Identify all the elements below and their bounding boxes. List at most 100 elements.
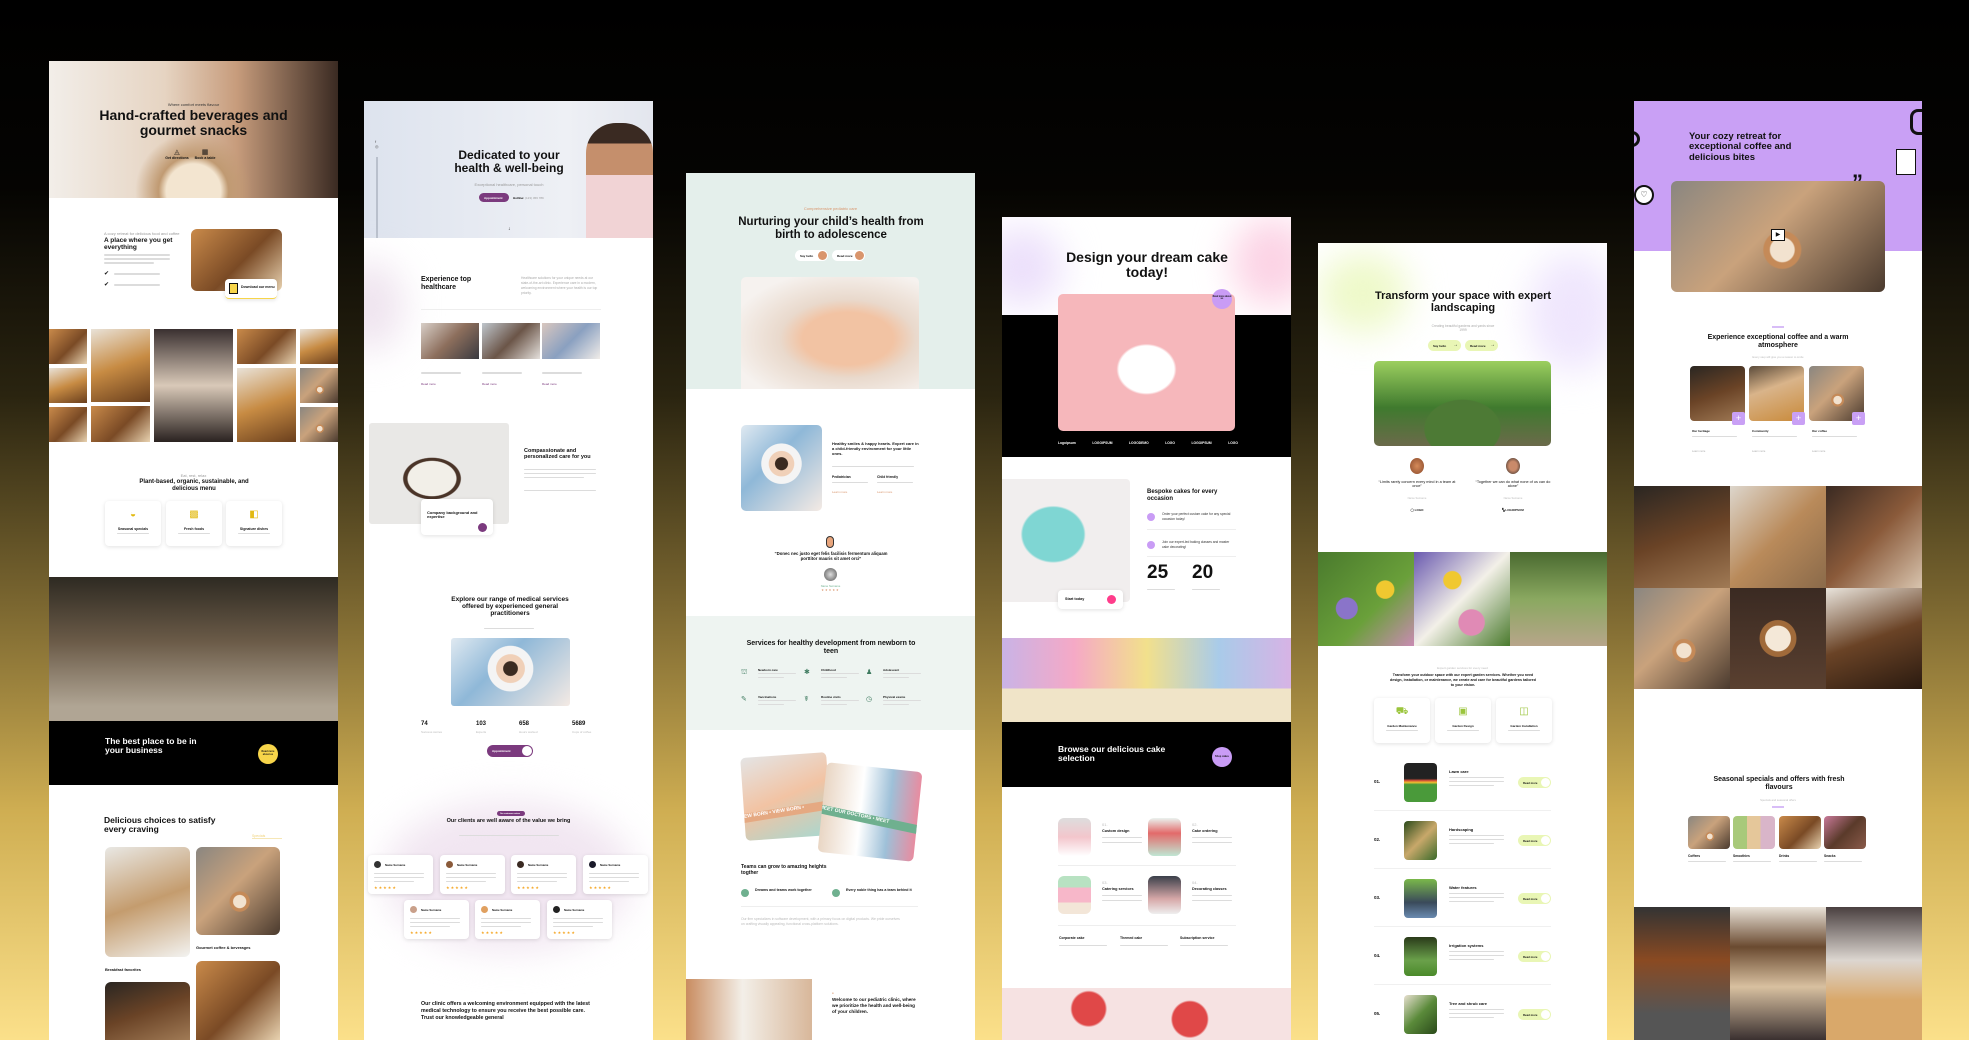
rating-stars: ★★★★★ <box>589 885 612 890</box>
arrow-down-icon[interactable]: ↓ <box>508 226 511 232</box>
bespoke-title: Bespoke cakes for every occasion <box>1147 489 1218 502</box>
hero-eyebrow: Comprehensive pediatric care <box>803 206 858 211</box>
cafe-page-preview[interactable]: Where comfort meets flavour Hand-crafted… <box>49 61 338 1040</box>
arrow-button[interactable] <box>1107 595 1116 604</box>
extra-title: Themed cake <box>1120 936 1143 940</box>
feature-title: Child friendly <box>877 475 899 479</box>
check-icon: ✔ <box>104 271 110 277</box>
avatar <box>410 906 417 913</box>
reviewer-name: Name Surname <box>528 863 549 867</box>
button-label: Read more <box>1523 954 1538 959</box>
menu-card[interactable]: ▩ Fresh foods <box>166 501 222 546</box>
read-more-button[interactable]: Read more <box>1518 1009 1551 1020</box>
arrow-icon <box>1541 778 1550 787</box>
closing-text: Our clinic offers a welcoming environmen… <box>421 1001 590 1021</box>
special-photo[interactable] <box>1779 816 1821 849</box>
appointment-button[interactable]: Appointment <box>479 193 509 202</box>
read-more-link[interactable]: Read more <box>542 382 557 386</box>
article-photo[interactable] <box>421 323 479 359</box>
cake-shop-page-preview[interactable]: Design your dream cake today! Read more … <box>1002 217 1291 1040</box>
hotline[interactable]: Hotline: (123) 456 789 <box>513 196 544 200</box>
item-label: Gourmet coffee & beverages <box>196 945 251 950</box>
menu-card[interactable]: ◒ Seasonal specials <box>105 501 161 546</box>
button-label: Read more <box>1470 343 1486 348</box>
testimonial-name: Name Surname <box>1503 497 1523 500</box>
hero-title: Your cozy retreat for exceptional coffee… <box>1689 131 1792 163</box>
appointment-button[interactable]: Appointment <box>487 745 533 757</box>
specials-link[interactable]: Specials <box>252 834 282 839</box>
team-point: Dreams and teams work together <box>755 888 812 892</box>
cafe-terrace-photo <box>49 577 338 721</box>
article-photo[interactable] <box>542 323 600 359</box>
read-more-link[interactable]: Read more <box>421 382 436 386</box>
rating-stars: ★★★★★ <box>553 930 576 935</box>
read-more-button[interactable]: Read more → <box>1465 340 1498 351</box>
service-photo <box>1148 818 1181 856</box>
arrow-button[interactable] <box>478 523 487 532</box>
special-title: Smoothies <box>1733 854 1750 858</box>
list-number: 02. <box>1374 837 1381 842</box>
service-title: Childhood <box>821 668 836 672</box>
read-more-button[interactable]: Read more <box>1518 777 1551 788</box>
read-more-button[interactable]: Read more <box>1518 893 1551 904</box>
logo-text: LOGO <box>1414 508 1424 512</box>
pediatric-page-preview[interactable]: Comprehensive pediatric care Nurturing y… <box>686 173 975 1040</box>
special-title: Snacks <box>1824 854 1836 858</box>
stat-value: 74 <box>421 721 428 727</box>
learn-more-link[interactable]: Learn more <box>1812 450 1825 453</box>
book-table-button[interactable]: ▦ Book a table <box>192 148 218 160</box>
heart-cup-icon: ♡ <box>1634 185 1654 205</box>
client-logo: ▚ LOGOIPSUM <box>1502 508 1524 512</box>
read-more-button[interactable]: Read more <box>1518 835 1551 846</box>
say-hello-button[interactable]: Say hello → <box>1428 340 1461 351</box>
baby-photo <box>741 425 822 511</box>
stat-label: Hours worked <box>519 730 538 734</box>
menu-card-label: Download our menu <box>241 285 275 289</box>
company-background-card[interactable]: Company background and expertise <box>421 499 493 535</box>
learn-more-link[interactable]: Learn more <box>832 490 847 494</box>
article-photo[interactable] <box>482 323 540 359</box>
plus-icon[interactable]: + <box>1792 412 1805 425</box>
read-more-badge[interactable]: Read more about us <box>1212 289 1232 309</box>
download-menu-card[interactable]: Download our menu <box>225 279 277 299</box>
coffee-shop-page-preview[interactable]: Your cozy retreat for exceptional coffee… <box>1634 101 1922 1040</box>
read-more-button[interactable]: Read more <box>1518 951 1551 962</box>
special-photo[interactable] <box>1688 816 1730 849</box>
special-photo[interactable] <box>1733 816 1775 849</box>
read-more-button[interactable]: Read more <box>832 250 865 261</box>
testimonial-quote: “Donec nec justo eget felis facilisis fe… <box>774 551 888 561</box>
team-paragraph: Our firm specializes in software develop… <box>741 917 900 926</box>
service-card[interactable]: ▣ Garden Design <box>1435 698 1491 743</box>
menu-card[interactable]: ◧ Signature dishes <box>226 501 282 546</box>
welcome-text: Welcome to our pediatric clinic, where w… <box>832 997 916 1014</box>
card-title: Seasonal specials <box>117 527 149 531</box>
service-title: Irrigation systems <box>1449 943 1484 948</box>
intro-title: Experience top healthcare <box>421 276 472 291</box>
stat-value: 658 <box>519 721 530 727</box>
item-title: Our heritage <box>1692 429 1710 433</box>
service-card[interactable]: ◫ Garden Installation <box>1496 698 1552 743</box>
learn-more-link[interactable]: Learn more <box>1692 450 1705 453</box>
learn-more-link[interactable]: Learn more <box>1752 450 1765 453</box>
read-more-about-us-button[interactable]: Read more about us <box>258 744 278 764</box>
service-title: Routine visits <box>821 695 841 699</box>
stroller-icon: ⛫ <box>741 669 748 676</box>
learn-more-link[interactable]: Learn more <box>877 490 892 494</box>
landscaping-page-preview[interactable]: Transform your space with expert landsca… <box>1318 243 1607 1040</box>
plus-icon[interactable]: + <box>1732 412 1745 425</box>
special-title: Drinks <box>1779 854 1790 858</box>
clinic-page-preview[interactable]: f ◎ Dedicated to your health & well-being… <box>364 101 653 1040</box>
start-today-card[interactable]: Start today <box>1058 590 1123 609</box>
shop-cakes-button[interactable]: Shop cakes <box>1212 747 1232 767</box>
service-card[interactable]: ⛟ Garden Maintenance <box>1374 698 1430 743</box>
team-title: Teams can grow to amazing heights togthe… <box>741 864 827 876</box>
get-directions-button[interactable]: ◬ Get directions <box>164 148 190 160</box>
stat-label: Experts <box>476 730 487 734</box>
social-icons[interactable]: f ◎ <box>375 139 379 149</box>
read-more-link[interactable]: Read more <box>482 382 497 386</box>
play-button[interactable]: ▶ <box>1771 229 1785 241</box>
say-hello-button[interactable]: Say hello <box>795 250 828 261</box>
special-photo[interactable] <box>1824 816 1866 849</box>
plus-icon[interactable]: + <box>1852 412 1865 425</box>
list-number: 04. <box>1374 953 1381 958</box>
